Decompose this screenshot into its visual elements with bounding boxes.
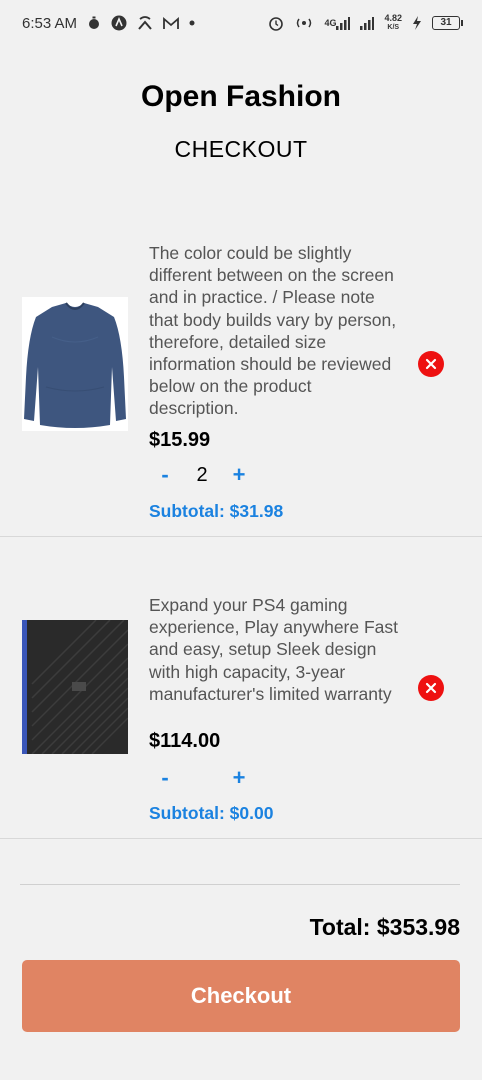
- decrease-quantity-button[interactable]: -: [149, 462, 181, 488]
- order-total: Total: $353.98: [309, 914, 460, 940]
- alarm-icon: [268, 15, 284, 31]
- charging-icon: [412, 16, 422, 30]
- quantity-stepper: - +: [149, 765, 255, 791]
- product-price: $114.00: [149, 730, 221, 752]
- status-time: 6:53 AM: [22, 14, 78, 32]
- status-right: 4G 4.82 K/S 31: [268, 14, 463, 32]
- page-title: CHECKOUT: [174, 136, 308, 162]
- hotspot-icon: [294, 16, 314, 30]
- remove-item-button[interactable]: [418, 351, 444, 377]
- network-share-icon: [137, 16, 153, 30]
- close-icon: [425, 358, 437, 370]
- speed-value: 4.82: [384, 13, 402, 23]
- cart-list: The color could be slightly different be…: [0, 230, 482, 839]
- close-icon: [425, 682, 437, 694]
- signal-4g-icon: 4G: [324, 16, 351, 30]
- increase-quantity-button[interactable]: +: [223, 765, 255, 791]
- increase-quantity-button[interactable]: +: [223, 462, 255, 488]
- checkout-button[interactable]: Checkout: [22, 960, 460, 1032]
- timer-icon: [87, 16, 101, 30]
- network-speed: 4.82 K/S: [384, 14, 402, 32]
- total-divider: [20, 884, 460, 885]
- item-subtotal: Subtotal: $31.98: [149, 501, 284, 521]
- remove-item-button[interactable]: [418, 675, 444, 701]
- decrease-quantity-button[interactable]: -: [149, 765, 181, 791]
- item-subtotal: Subtotal: $0.00: [149, 803, 274, 823]
- dot-icon: [189, 20, 195, 26]
- network-label: 4G: [324, 17, 337, 28]
- gmail-icon: [163, 16, 179, 30]
- quantity-value: 2: [196, 463, 208, 486]
- cart-item: Expand your PS4 gaming experience, Play …: [0, 537, 482, 839]
- status-bar: 6:53 AM 4G 4.82 K/S 31: [0, 0, 482, 46]
- product-image-hard-drive: [22, 620, 128, 754]
- app-title: Open Fashion: [140, 80, 341, 113]
- product-image-sweater: [22, 297, 128, 431]
- product-price: $15.99: [149, 429, 211, 451]
- quantity-stepper: - 2 +: [149, 462, 255, 488]
- product-description: Expand your PS4 gaming experience, Play …: [149, 595, 399, 704]
- signal-icon: [360, 16, 375, 30]
- speed-unit: K/S: [387, 24, 400, 31]
- status-left: 6:53 AM: [22, 15, 195, 32]
- battery-icon: 31: [432, 16, 463, 30]
- product-description: The color could be slightly different be…: [149, 243, 397, 419]
- cart-item: The color could be slightly different be…: [0, 230, 482, 537]
- autofill-icon: [111, 15, 127, 31]
